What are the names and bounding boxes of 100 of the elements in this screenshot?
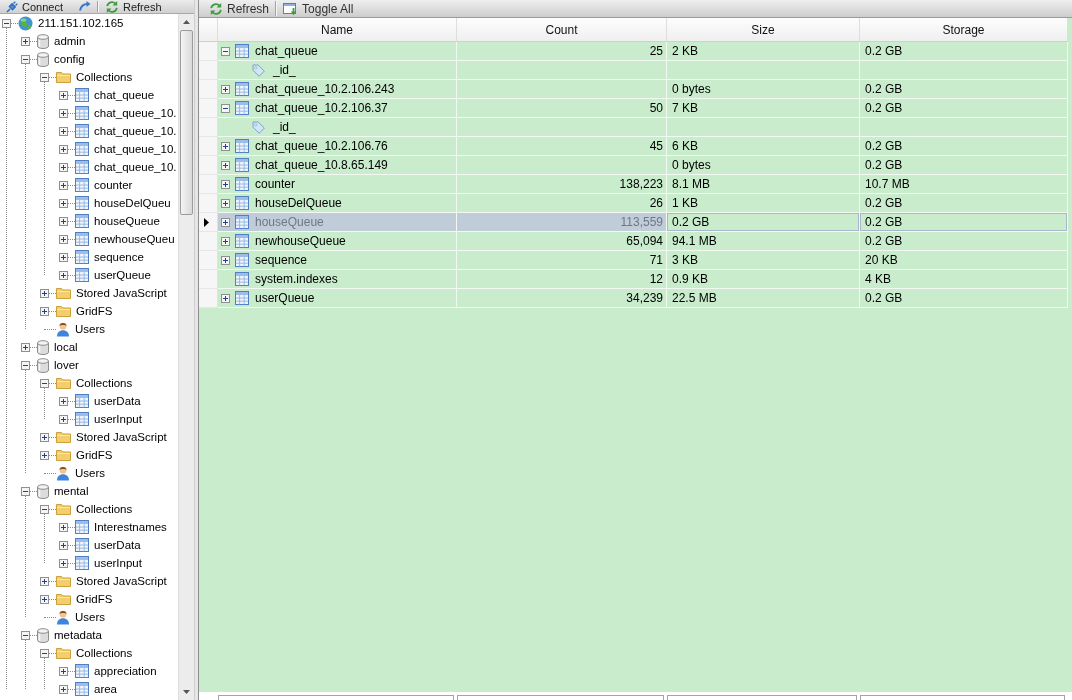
tree-item[interactable]: chat_queue_10.	[94, 123, 177, 139]
row-header-cell[interactable]	[199, 232, 218, 251]
collapse-toggle[interactable]	[21, 486, 30, 496]
row-header-cell[interactable]	[199, 194, 218, 213]
expand-toggle[interactable]	[59, 558, 68, 568]
tree-item[interactable]: Stored JavaScript	[76, 429, 167, 445]
expand-toggle[interactable]	[59, 90, 68, 100]
collapse-toggle[interactable]	[21, 630, 30, 640]
expand-toggle[interactable]	[40, 288, 49, 298]
expand-toggle[interactable]	[59, 234, 68, 244]
row-header-cell[interactable]	[199, 270, 218, 289]
tree-item[interactable]: GridFS	[76, 303, 113, 319]
tree-item[interactable]: Interestnames	[94, 519, 167, 535]
collapse-toggle[interactable]	[40, 504, 49, 514]
expand-toggle[interactable]	[40, 576, 49, 586]
expand-toggle[interactable]	[221, 141, 230, 151]
tree-item[interactable]: admin	[54, 33, 86, 49]
tree-item[interactable]: chat_queue	[94, 87, 155, 103]
filter-field[interactable]	[218, 695, 454, 700]
filter-field[interactable]	[860, 695, 1065, 700]
expand-toggle[interactable]	[59, 108, 68, 118]
row-header-cell[interactable]	[199, 118, 218, 137]
expand-toggle[interactable]	[59, 666, 68, 676]
collapse-toggle[interactable]	[40, 378, 49, 388]
collapse-toggle[interactable]	[40, 72, 49, 82]
collapse-toggle[interactable]	[221, 46, 230, 56]
tree-item[interactable]: userQueue	[94, 267, 151, 283]
tree-item[interactable]: mental	[54, 483, 89, 499]
tree-item[interactable]: houseDelQueu	[94, 195, 171, 211]
tree-item[interactable]: Collections	[76, 645, 133, 661]
expand-toggle[interactable]	[59, 162, 68, 172]
tree-item[interactable]: userData	[94, 537, 141, 553]
row-header-cell[interactable]	[199, 213, 218, 232]
expand-toggle[interactable]	[59, 270, 68, 280]
row-header-cell[interactable]	[199, 61, 218, 80]
expand-toggle[interactable]	[40, 594, 49, 604]
expand-toggle[interactable]	[40, 432, 49, 442]
tree-item[interactable]: Collections	[76, 375, 133, 391]
tree-item[interactable]: local	[54, 339, 78, 355]
scrollbar-thumb[interactable]	[180, 30, 193, 215]
expand-toggle[interactable]	[59, 126, 68, 136]
row-header-cell[interactable]	[199, 99, 218, 118]
tree-item[interactable]: GridFS	[76, 447, 113, 463]
expand-toggle[interactable]	[59, 252, 68, 262]
tree-item[interactable]: userInput	[94, 411, 142, 427]
expand-toggle[interactable]	[59, 522, 68, 532]
collapse-toggle[interactable]	[21, 54, 30, 64]
refresh-button[interactable]: Refresh	[99, 0, 168, 13]
tree-item[interactable]: chat_queue_10.	[94, 141, 177, 157]
expand-toggle[interactable]	[59, 684, 68, 694]
column-header[interactable]: Storage	[860, 18, 1068, 42]
tree-item[interactable]: sequence	[94, 249, 144, 265]
tree-item[interactable]: 211.151.102.165	[38, 15, 124, 31]
row-header-cell[interactable]	[199, 289, 218, 308]
expand-toggle[interactable]	[59, 396, 68, 406]
tree-item[interactable]: houseQueue	[94, 213, 160, 229]
row-header-cell[interactable]	[199, 80, 218, 99]
expand-toggle[interactable]	[221, 198, 230, 208]
expand-toggle[interactable]	[21, 342, 30, 352]
tree-item[interactable]: Collections	[76, 501, 133, 517]
collapse-toggle[interactable]	[21, 360, 30, 370]
expand-toggle[interactable]	[221, 84, 230, 94]
expand-toggle[interactable]	[40, 450, 49, 460]
tree-item[interactable]: area	[94, 681, 118, 697]
row-header-cell[interactable]	[199, 156, 218, 175]
row-header-cell[interactable]	[199, 251, 218, 270]
tree-item[interactable]: Users	[75, 609, 106, 625]
collapse-toggle[interactable]	[221, 103, 230, 113]
tree-item[interactable]: newhouseQueu	[94, 231, 175, 247]
expand-toggle[interactable]	[221, 217, 230, 227]
expand-toggle[interactable]	[59, 144, 68, 154]
toggle-all-button[interactable]: Toggle All	[277, 0, 360, 17]
collapse-toggle[interactable]	[40, 648, 49, 658]
expand-toggle[interactable]	[59, 540, 68, 550]
tree-item[interactable]: userData	[94, 393, 141, 409]
connect-button[interactable]: Connect	[0, 0, 97, 13]
tree-item[interactable]: chat_queue_10.	[94, 105, 177, 121]
refresh-button[interactable]: Refresh	[203, 0, 276, 17]
column-header[interactable]: Name	[218, 18, 457, 42]
column-header[interactable]: Size	[667, 18, 860, 42]
row-header-cell[interactable]	[199, 175, 218, 194]
tree-item[interactable]: Collections	[76, 69, 133, 85]
expand-toggle[interactable]	[221, 160, 230, 170]
expand-toggle[interactable]	[221, 179, 230, 189]
expand-toggle[interactable]	[21, 36, 30, 46]
column-header[interactable]: Count	[457, 18, 667, 42]
tree-item[interactable]: GridFS	[76, 591, 113, 607]
tree-item[interactable]: chat_queue_10.	[94, 159, 177, 175]
expand-toggle[interactable]	[59, 216, 68, 226]
expand-toggle[interactable]	[221, 293, 230, 303]
filter-field[interactable]	[667, 695, 857, 700]
tree-item[interactable]: config	[54, 51, 85, 67]
expand-toggle[interactable]	[59, 198, 68, 208]
expand-toggle[interactable]	[40, 306, 49, 316]
filter-field[interactable]	[457, 695, 664, 700]
expand-toggle[interactable]	[59, 414, 68, 424]
tree-item[interactable]: lover	[54, 357, 79, 373]
expand-toggle[interactable]	[59, 180, 68, 190]
tree-item[interactable]: appreciation	[94, 663, 157, 679]
tree-item[interactable]: Stored JavaScript	[76, 573, 167, 589]
